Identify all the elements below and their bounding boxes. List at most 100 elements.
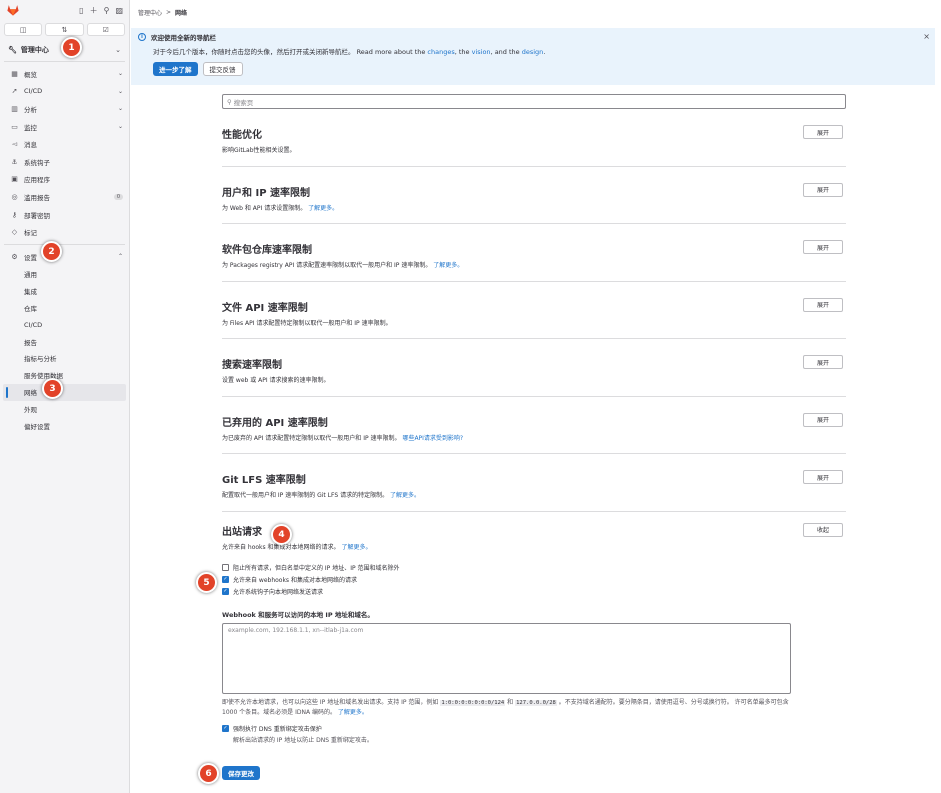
block-all-requests-checkbox[interactable]: 阻止所有请求，但白名单中定义的 IP 地址、IP 范围和域名除外 (222, 563, 400, 572)
check-icon: ✓ (222, 587, 229, 595)
sidebar-sub-network[interactable]: 网络 (3, 383, 126, 401)
breadcrumb-separator: > (166, 8, 172, 16)
webhook-allowlist-textarea[interactable]: example.com, 192.168.1.1, xn--itlab-j1a.… (222, 622, 791, 694)
expand-button[interactable]: 展开 (803, 412, 843, 427)
chevron-up-icon: ⌃ (117, 253, 123, 261)
sidebar-item-overview[interactable]: ▦ 概览 ⌄ (0, 65, 129, 83)
section-description: 允许来自 hooks 和集成对本地网络的请求。 了解更多。 (222, 543, 372, 551)
section-description: 为 Web 和 API 请求设置限制。 了解更多。 (222, 204, 339, 212)
issues-icon[interactable]: ◫ (4, 23, 43, 36)
gear-icon: ⚙ (11, 252, 18, 261)
sidebar-top: ▯ ＋ ⚲ ▨ (0, 0, 129, 20)
sidebar-item-labels[interactable]: ◇ 标记 (0, 223, 129, 241)
merge-request-icon[interactable]: ⇅ (45, 23, 84, 36)
sidebar-item-system-hooks[interactable]: ⚓︎ 系统钩子 (0, 153, 129, 171)
sidebar-sub-appearance[interactable]: 外观 (0, 401, 129, 418)
sidebar-item-deploy-keys[interactable]: ⚷ 部署密钥 (0, 206, 129, 224)
section-search-rate-limits: 搜索速率限制 设置 web 或 API 请求搜索的速率限制。 展开 (222, 339, 846, 397)
apps-icon: ▣ (11, 175, 18, 184)
expand-button[interactable]: 展开 (803, 125, 843, 139)
vision-link[interactable]: vision (472, 48, 491, 56)
affected-requests-link[interactable]: 哪些API请求受到影响? (402, 435, 463, 442)
chevron-down-icon: ⌄ (117, 123, 123, 131)
sidebar-sub-cicd[interactable]: CI/CD (0, 316, 129, 333)
banner-title: 欢迎使用全新的导航栏 (151, 34, 216, 42)
sidebar: ▯ ＋ ⚲ ▨ ◫ ⇅ ☑ 🔧︎ 管理中心 ⌄ ▦ 概览 ⌄ ➚ CI/CD ⌄ ▥ 分析… (0, 0, 130, 793)
step-badge: 5 (196, 572, 217, 593)
section-description: 为已废弃的 API 请求配置特定限制以取代一般用户和 IP 速率限制。 哪些AP… (222, 434, 464, 442)
breadcrumb: 管理中心 > 网络 (131, 0, 941, 24)
gitlab-logo[interactable] (6, 3, 20, 17)
section-deprecated-api-rate-limits: 已弃用的 API 速率限制 为已废弃的 API 请求配置特定限制以取代一般用户和… (222, 397, 846, 454)
panel-icon[interactable]: ▯ (79, 6, 83, 15)
sidebar-item-settings[interactable]: ⚙ 设置 ⌃ (0, 248, 129, 266)
sidebar-item-cicd[interactable]: ➚ CI/CD ⌄ (0, 83, 129, 101)
sidebar-sub-metrics[interactable]: 指标与分析 (0, 350, 129, 367)
expand-button[interactable]: 展开 (803, 297, 843, 312)
search-input[interactable]: ⚲ 搜索页 (222, 94, 846, 109)
learn-more-link[interactable]: 了解更多。 (308, 205, 338, 212)
bullhorn-icon: ◅ (11, 140, 18, 149)
sidebar-item-applications[interactable]: ▣ 应用程序 (0, 171, 129, 189)
chevron-down-icon: ⌄ (115, 45, 121, 54)
search-icon[interactable]: ⚲ (104, 6, 110, 15)
learn-more-button[interactable]: 进一步了解 (153, 62, 198, 76)
learn-more-link[interactable]: 了解更多。 (338, 709, 368, 716)
sidebar-item-messages[interactable]: ◅ 消息 (0, 135, 129, 153)
sidebar-sub-reporting[interactable]: 报告 (0, 333, 129, 350)
close-icon[interactable]: × (923, 32, 930, 41)
section-title: 软件包仓库速率限制 (222, 245, 312, 256)
sidebar-item-analytics[interactable]: ▥ 分析 ⌄ (0, 100, 129, 118)
expand-button[interactable]: 展开 (803, 182, 843, 197)
section-files-api-rate-limits: 文件 API 速率限制 为 Files API 请求配置特定限制以取代一般用户和… (222, 282, 846, 339)
sidebar-sub-repository[interactable]: 仓库 (0, 299, 129, 316)
chevron-down-icon: ⌄ (117, 87, 123, 95)
learn-more-link[interactable]: 了解更多。 (390, 492, 420, 499)
sidebar-sub-service-usage[interactable]: 服务使用数据 (0, 367, 129, 384)
sidebar-sub-preferences[interactable]: 偏好设置 (0, 418, 129, 435)
allow-system-hooks-local-checkbox[interactable]: ✓ 允许系统钩子向本地网络发送请求 (222, 587, 323, 596)
save-changes-button[interactable]: 保存更改 (222, 765, 260, 780)
changes-link[interactable]: changes (427, 48, 454, 56)
search-icon: ⚲ (227, 97, 232, 106)
learn-more-link[interactable]: 了解更多。 (433, 262, 463, 269)
sidebar-item-abuse-reports[interactable]: ◎ 滥用报告 0 (0, 188, 129, 206)
wrench-icon: 🔧︎ (8, 45, 17, 54)
sidebar-item-monitor[interactable]: ▭ 监控 ⌄ (0, 118, 129, 136)
divider (4, 243, 125, 245)
chevron-down-icon: ⌄ (117, 70, 123, 78)
check-icon: ✓ (222, 724, 229, 732)
plus-icon[interactable]: ＋ (90, 5, 98, 16)
key-icon: ⚷ (11, 210, 18, 219)
checkbox-icon (222, 563, 229, 571)
learn-more-link[interactable]: 了解更多。 (341, 544, 371, 551)
rocket-icon: ➚ (11, 87, 18, 96)
expand-button[interactable]: 展开 (803, 355, 843, 369)
breadcrumb-parent[interactable]: 管理中心 (138, 8, 162, 17)
count-badge: 0 (113, 193, 123, 200)
allowlist-help-text: 即使不允许本地请求，也可以向这些 IP 地址和域名发出请求。支持 IP 范围，例… (222, 698, 789, 716)
section-performance: 性能优化 影响GitLab性能相关设置。 展开 (222, 109, 846, 167)
feedback-button[interactable]: 提交反馈 (202, 62, 243, 76)
sidebar-sub-general[interactable]: 通用 (0, 266, 129, 283)
design-link[interactable]: design (522, 48, 544, 56)
dns-rebinding-checkbox[interactable]: ✓ 强制执行 DNS 重新绑定攻击保护 (222, 724, 322, 733)
section-description: 影响GitLab性能相关设置。 (222, 147, 296, 154)
divider (4, 61, 125, 62)
section-description: 设置 web 或 API 请求搜索的速率限制。 (222, 377, 330, 384)
sidebar-sub-integrations[interactable]: 集成 (0, 282, 129, 299)
allow-webhooks-local-checkbox[interactable]: ✓ 允许来自 webhooks 和集成对本地网络的请求 (222, 575, 357, 584)
avatar[interactable]: ▨ (115, 6, 123, 15)
check-icon: ✓ (222, 575, 229, 583)
expand-button[interactable]: 展开 (803, 240, 843, 254)
info-icon: i (138, 33, 146, 41)
expand-button[interactable]: 展开 (803, 470, 843, 484)
hook-icon: ⚓︎ (11, 157, 18, 166)
nav-banner: i 欢迎使用全新的导航栏 对于今后几个版本，你随时点击您的头像，然后打开或关闭新导… (131, 28, 935, 85)
step-badge: 1 (61, 37, 82, 58)
monitor-icon: ▭ (11, 122, 18, 131)
webhook-allowlist-label: Webhook 和服务可以访问的本地 IP 地址和域名。 (222, 610, 374, 619)
context-label: 管理中心 (20, 45, 49, 54)
todo-icon[interactable]: ☑ (86, 23, 125, 36)
collapse-button[interactable]: 收起 (803, 522, 843, 537)
